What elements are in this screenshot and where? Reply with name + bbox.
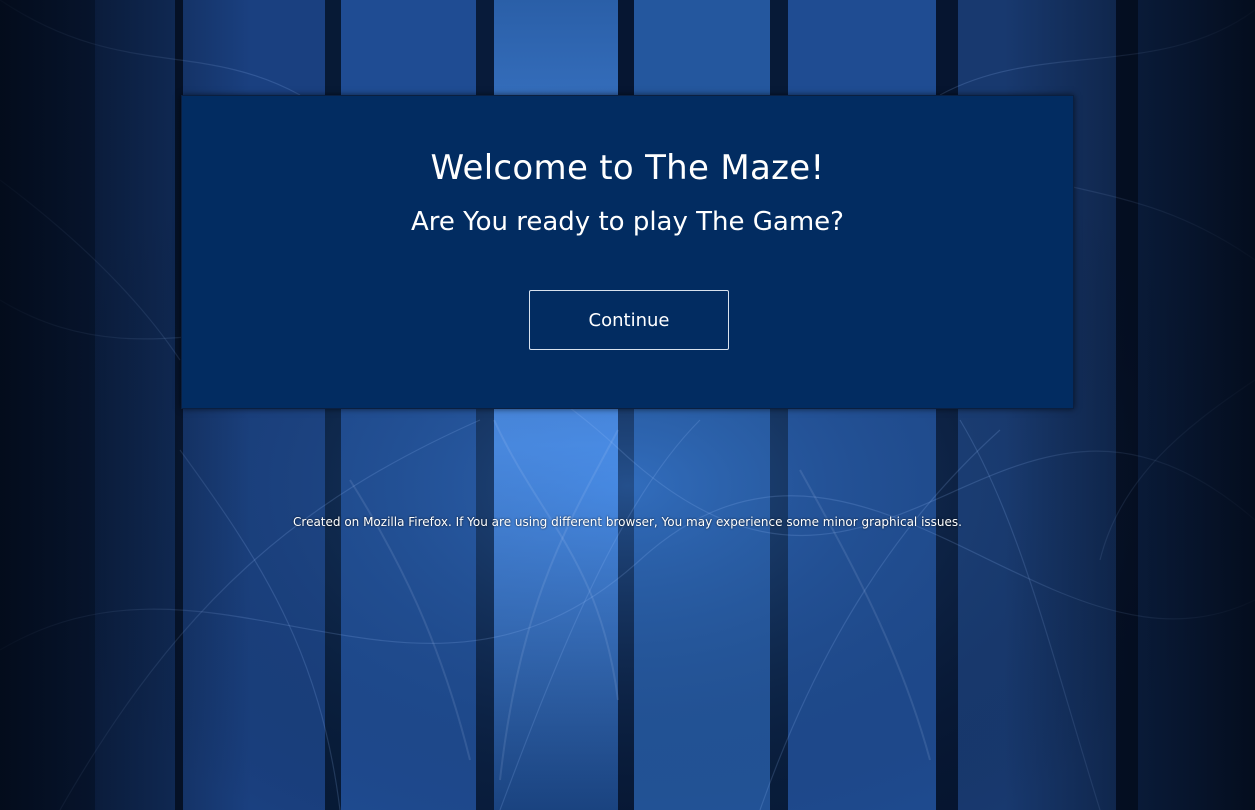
welcome-title: Welcome to The Maze!	[430, 148, 825, 188]
welcome-subtitle: Are You ready to play The Game?	[411, 207, 844, 237]
browser-compatibility-note: Created on Mozilla Firefox. If You are u…	[293, 515, 962, 529]
continue-button[interactable]: Continue	[529, 290, 729, 350]
welcome-dialog: Welcome to The Maze! Are You ready to pl…	[181, 95, 1074, 409]
